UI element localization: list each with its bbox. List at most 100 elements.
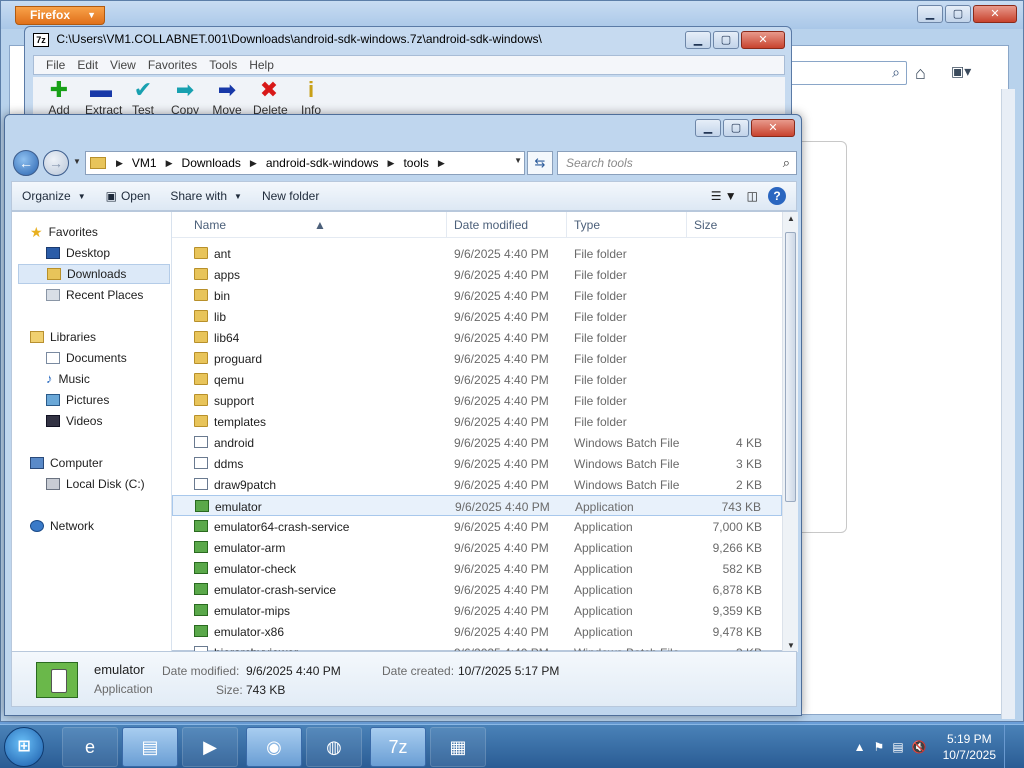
- bookmark-menu-icon[interactable]: ▣▾: [951, 63, 971, 80]
- add-button[interactable]: ✚ Add: [43, 77, 75, 117]
- search-icon[interactable]: ⌕: [783, 152, 790, 174]
- menu-help[interactable]: Help: [243, 56, 280, 74]
- test-button[interactable]: ✔ Test: [127, 77, 159, 117]
- firefox-menu-button[interactable]: Firefox ▼: [15, 6, 105, 25]
- explorer-maximize-button[interactable]: ▢: [723, 119, 749, 137]
- nav-computer[interactable]: Computer: [18, 453, 170, 473]
- file-row-ddms[interactable]: ddms 9/6/2025 4:40 PM Windows Batch File 3 …: [172, 453, 782, 474]
- file-row-lib64[interactable]: lib64 9/6/2025 4:40 PM File folder: [172, 327, 782, 348]
- column-date-modified[interactable]: Date modified: [454, 218, 528, 232]
- column-divider[interactable]: [686, 212, 687, 238]
- volume-muted-icon[interactable]: 🔇: [912, 740, 927, 754]
- nav-music[interactable]: ♪ Music: [18, 369, 170, 389]
- file-row-emulator-x86[interactable]: emulator-x86 9/6/2025 4:40 PM Application 9…: [172, 621, 782, 642]
- nav-local-disk[interactable]: Local Disk (C:): [18, 474, 170, 494]
- taskbar-windows-explorer-button[interactable]: ▤: [122, 727, 178, 767]
- file-row-support[interactable]: support 9/6/2025 4:40 PM File folder: [172, 390, 782, 411]
- clock[interactable]: 5:19 PM 10/7/2025: [935, 731, 996, 763]
- column-divider[interactable]: [446, 212, 447, 238]
- file-row-apps[interactable]: apps 9/6/2025 4:40 PM File folder: [172, 264, 782, 285]
- forward-button[interactable]: →: [43, 150, 69, 176]
- file-row-emulator-arm[interactable]: emulator-arm 9/6/2025 4:40 PM Application 9…: [172, 537, 782, 558]
- menu-tools[interactable]: Tools: [203, 56, 243, 74]
- recent-pages-dropdown-icon[interactable]: ▼: [73, 157, 81, 166]
- file-row-emulator[interactable]: emulator 9/6/2025 4:40 PM Application 743 K…: [172, 495, 782, 516]
- extract-button[interactable]: ▬ Extract: [85, 77, 122, 117]
- home-icon[interactable]: ⌂: [915, 63, 926, 84]
- view-options-icon[interactable]: ☰ ▼: [711, 189, 737, 203]
- nav-pictures[interactable]: Pictures: [18, 390, 170, 410]
- scroll-down-icon[interactable]: ▼: [787, 641, 795, 650]
- taskbar-globe-app-button[interactable]: ◍: [306, 727, 362, 767]
- explorer-close-button[interactable]: ✕: [751, 119, 795, 137]
- scroll-up-icon[interactable]: ▲: [787, 214, 795, 223]
- menu-view[interactable]: View: [104, 56, 142, 74]
- breadcrumb-android-sdk-windows[interactable]: android-sdk-windows: [263, 156, 382, 170]
- file-row-proguard[interactable]: proguard 9/6/2025 4:40 PM File folder: [172, 348, 782, 369]
- firefox-minimize-button[interactable]: ▁: [917, 5, 943, 23]
- show-desktop-button[interactable]: [1004, 725, 1018, 768]
- breadcrumb-chevron-icon[interactable]: ▶: [160, 158, 179, 169]
- help-icon[interactable]: ?: [768, 187, 786, 205]
- firefox-scrollbar[interactable]: [1001, 89, 1015, 719]
- file-row-bin[interactable]: bin 9/6/2025 4:40 PM File folder: [172, 285, 782, 306]
- file-row-lib[interactable]: lib 9/6/2025 4:40 PM File folder: [172, 306, 782, 327]
- nav-downloads[interactable]: Downloads: [18, 264, 170, 284]
- file-row-ant[interactable]: ant 9/6/2025 4:40 PM File folder: [172, 243, 782, 264]
- explorer-minimize-button[interactable]: ▁: [695, 119, 721, 137]
- file-row-templates[interactable]: templates 9/6/2025 4:40 PM File folder: [172, 411, 782, 432]
- file-row-emulator-mips[interactable]: emulator-mips 9/6/2025 4:40 PM Application…: [172, 600, 782, 621]
- menu-file[interactable]: File: [40, 56, 71, 74]
- action-center-flag-icon[interactable]: ⚑: [874, 740, 885, 754]
- search-input[interactable]: Search tools ⌕: [557, 151, 797, 175]
- file-row-emulator-check[interactable]: emulator-check 9/6/2025 4:40 PM Applicatio…: [172, 558, 782, 579]
- scrollbar-thumb[interactable]: [785, 232, 796, 502]
- breadcrumb-downloads[interactable]: Downloads: [179, 156, 244, 170]
- address-bar[interactable]: ▶ VM1 ▶ Downloads ▶ android-sdk-windows …: [85, 151, 525, 175]
- file-row-qemu[interactable]: qemu 9/6/2025 4:40 PM File folder: [172, 369, 782, 390]
- nav-network[interactable]: Network: [18, 516, 170, 536]
- open-button[interactable]: ▣ Open: [96, 182, 161, 210]
- show-hidden-icons-icon[interactable]: ▲: [854, 740, 866, 754]
- file-row-draw9patch[interactable]: draw9patch 9/6/2025 4:40 PM Windows Batch …: [172, 474, 782, 495]
- network-status-icon[interactable]: ▤: [892, 740, 903, 754]
- taskbar-control-panel-button[interactable]: ▦: [430, 727, 486, 767]
- file-list-scrollbar[interactable]: ▲ ▼: [782, 212, 798, 652]
- file-row-android[interactable]: android 9/6/2025 4:40 PM Windows Batch Fil…: [172, 432, 782, 453]
- nav-favorites[interactable]: ★ Favorites: [18, 222, 170, 242]
- sevenzip-minimize-button[interactable]: ▁: [685, 31, 711, 49]
- back-button[interactable]: ←: [13, 150, 39, 176]
- menu-edit[interactable]: Edit: [71, 56, 104, 74]
- column-size[interactable]: Size: [694, 218, 717, 232]
- sevenzip-close-button[interactable]: ✕: [741, 31, 785, 49]
- preview-pane-icon[interactable]: ◫: [747, 189, 758, 203]
- breadcrumb-chevron-icon[interactable]: ▶: [432, 158, 451, 169]
- firefox-close-button[interactable]: ✕: [973, 5, 1017, 23]
- address-dropdown-icon[interactable]: ▼: [514, 156, 522, 165]
- taskbar-internet-explorer-button[interactable]: e: [62, 727, 118, 767]
- column-divider[interactable]: [566, 212, 567, 238]
- column-type[interactable]: Type: [574, 218, 600, 232]
- nav-desktop[interactable]: Desktop: [18, 243, 170, 263]
- breadcrumb-chevron-icon[interactable]: ▶: [244, 158, 263, 169]
- taskbar-7zip-button[interactable]: 7z: [370, 727, 426, 767]
- share-with-button[interactable]: Share with ▼: [160, 182, 252, 210]
- new-folder-button[interactable]: New folder: [252, 182, 329, 210]
- nav-videos[interactable]: Videos: [18, 411, 170, 431]
- taskbar-media-player-button[interactable]: ▶: [182, 727, 238, 767]
- breadcrumb-chevron-icon[interactable]: ▶: [382, 158, 401, 169]
- file-row-emulator64-crash-service[interactable]: emulator64-crash-service 9/6/2025 4:40 PM…: [172, 516, 782, 537]
- sevenzip-maximize-button[interactable]: ▢: [713, 31, 739, 49]
- info-button[interactable]: i Info: [295, 77, 327, 117]
- move-button[interactable]: ➡ Move: [211, 77, 243, 117]
- delete-button[interactable]: ✖ Delete: [253, 77, 288, 117]
- menu-favorites[interactable]: Favorites: [142, 56, 203, 74]
- breadcrumb-chevron-icon[interactable]: ▶: [110, 158, 129, 169]
- start-button[interactable]: ⊞: [4, 727, 44, 767]
- breadcrumb-vm1[interactable]: VM1: [129, 156, 160, 170]
- column-name[interactable]: Name: [194, 218, 226, 232]
- firefox-maximize-button[interactable]: ▢: [945, 5, 971, 23]
- breadcrumb-tools[interactable]: tools: [400, 156, 431, 170]
- search-icon[interactable]: ⌕: [892, 64, 900, 81]
- nav-recent-places[interactable]: Recent Places: [18, 285, 170, 305]
